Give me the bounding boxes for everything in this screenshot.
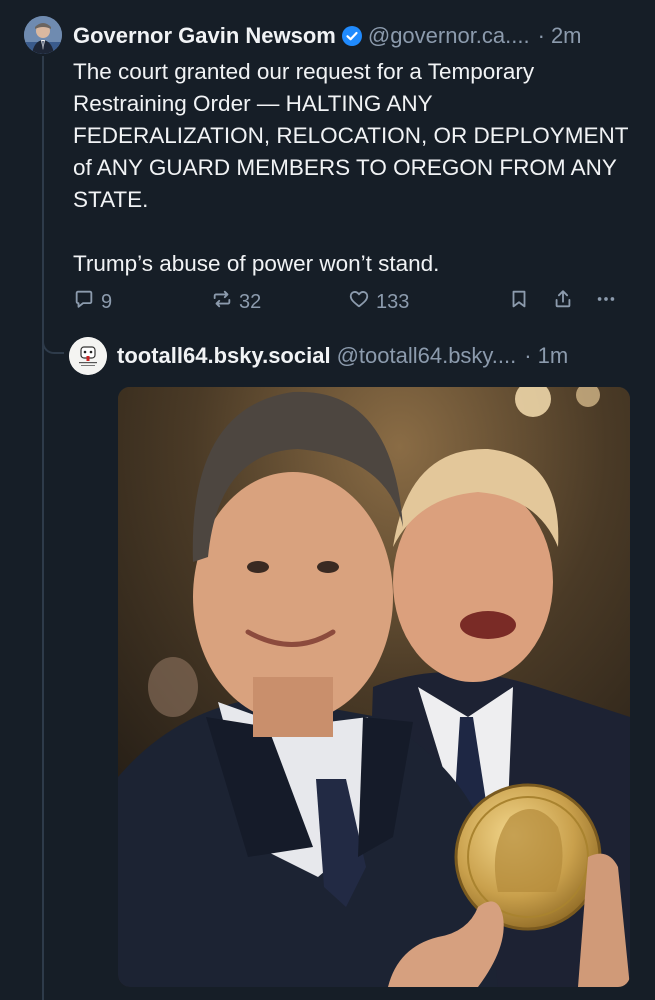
reply-button[interactable]: 9 bbox=[73, 286, 112, 318]
timestamp[interactable]: 2m bbox=[551, 23, 582, 49]
share-icon bbox=[552, 288, 574, 316]
more-button[interactable] bbox=[595, 286, 617, 318]
post-header: Governor Gavin Newsom @governor.ca.... ·… bbox=[73, 20, 635, 52]
bookmark-button[interactable] bbox=[508, 286, 530, 318]
like-button[interactable]: 133 bbox=[348, 286, 409, 318]
avatar[interactable] bbox=[24, 16, 62, 54]
image-illustration bbox=[118, 387, 630, 987]
reply-icon bbox=[73, 288, 95, 316]
repost-button[interactable]: 32 bbox=[211, 286, 261, 318]
reply-connector bbox=[42, 330, 64, 354]
thread-line bbox=[42, 56, 44, 1000]
reply-author-name[interactable]: tootall64.bsky.social bbox=[117, 343, 331, 369]
heart-icon bbox=[348, 288, 370, 316]
reply-count: 9 bbox=[101, 290, 113, 313]
bookmark-icon bbox=[508, 288, 530, 316]
more-icon bbox=[595, 288, 617, 316]
post-image[interactable] bbox=[118, 387, 630, 987]
reply-separator: · bbox=[524, 343, 532, 368]
reply-header: tootall64.bsky.social @tootall64.bsky...… bbox=[117, 340, 631, 372]
reply-author-handle[interactable]: @tootall64.bsky.... bbox=[337, 343, 517, 369]
author-name[interactable]: Governor Gavin Newsom bbox=[73, 23, 336, 49]
separator: · bbox=[537, 23, 545, 48]
post-text: The court granted our request for a Temp… bbox=[73, 59, 629, 276]
reply-timestamp[interactable]: 1m bbox=[538, 343, 569, 369]
reply-avatar[interactable] bbox=[69, 337, 107, 375]
action-bar: 9 32 133 bbox=[73, 286, 633, 318]
like-count: 133 bbox=[376, 290, 410, 313]
repost-icon bbox=[211, 288, 233, 316]
repost-count: 32 bbox=[239, 290, 262, 313]
author-handle[interactable]: @governor.ca.... bbox=[368, 23, 530, 49]
verified-badge-icon bbox=[341, 26, 362, 46]
share-button[interactable] bbox=[552, 286, 574, 318]
